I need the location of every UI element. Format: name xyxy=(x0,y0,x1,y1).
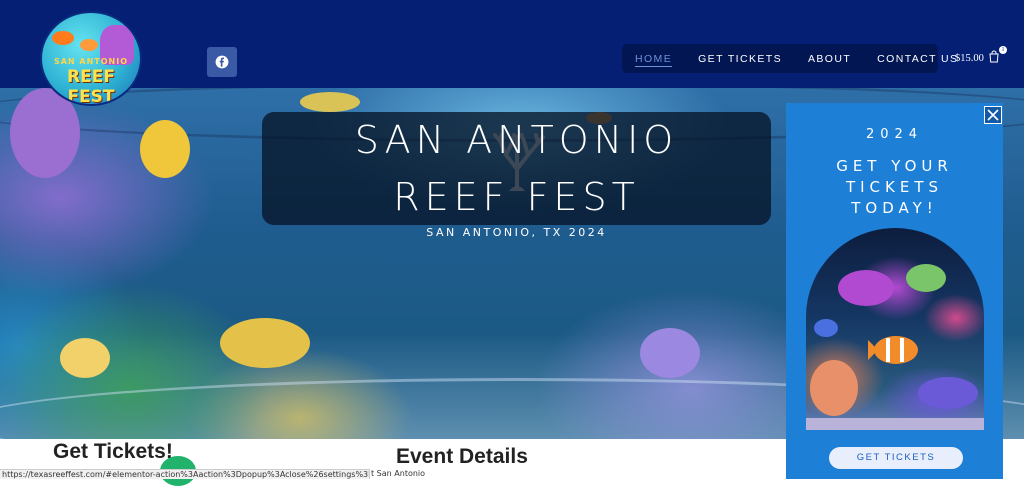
site-logo[interactable]: SAN ANTONIO REEF FEST xyxy=(40,11,142,106)
coral-graphic xyxy=(220,318,310,368)
cart-count-badge: 1 xyxy=(999,46,1007,54)
logo-line1: SAN ANTONIO xyxy=(53,57,129,66)
nav-about[interactable]: ABOUT xyxy=(795,53,864,65)
fish-graphic xyxy=(60,338,110,378)
popup-year: 2024 xyxy=(865,127,924,142)
reef-aquarium-image xyxy=(806,228,984,430)
nav-get-tickets[interactable]: GET TICKETS xyxy=(685,53,795,65)
popup-cta-line3: TODAY! xyxy=(851,199,938,217)
popup-cta-line2: TICKETS xyxy=(845,178,944,196)
browser-status-url: https://texasreeffest.com/#elementor-act… xyxy=(0,469,370,479)
facebook-icon[interactable] xyxy=(207,47,237,77)
clownfish-graphic xyxy=(52,31,74,45)
hero-subtitle: SAN ANTONIO, TX 2024 xyxy=(426,226,607,239)
hero-title-line2: REEF FEST xyxy=(393,175,640,219)
coral-graphic xyxy=(640,328,700,378)
fish-graphic xyxy=(140,120,190,178)
popup-cta-line1: GET YOUR xyxy=(836,157,953,175)
main-nav: HOME GET TICKETS ABOUT CONTACT US xyxy=(622,44,957,73)
get-tickets-heading: Get Tickets! xyxy=(53,440,173,463)
clownfish-graphic xyxy=(80,39,98,51)
nav-home[interactable]: HOME xyxy=(622,53,685,65)
event-details-heading: Event Details xyxy=(396,445,528,468)
logo-line2: REEF FEST xyxy=(67,67,115,106)
cart-link[interactable]: $15.00 1 xyxy=(955,46,1007,66)
event-details-text: t San Antonio xyxy=(371,469,426,478)
fish-graphic xyxy=(300,92,360,112)
cart-bag-icon xyxy=(988,50,1000,66)
popup-get-tickets-button[interactable]: GET TICKETS xyxy=(829,447,963,469)
hero-title-line1: SAN ANTONIO xyxy=(354,118,679,162)
close-icon[interactable] xyxy=(984,106,1002,124)
cart-total: $15.00 xyxy=(955,52,984,64)
